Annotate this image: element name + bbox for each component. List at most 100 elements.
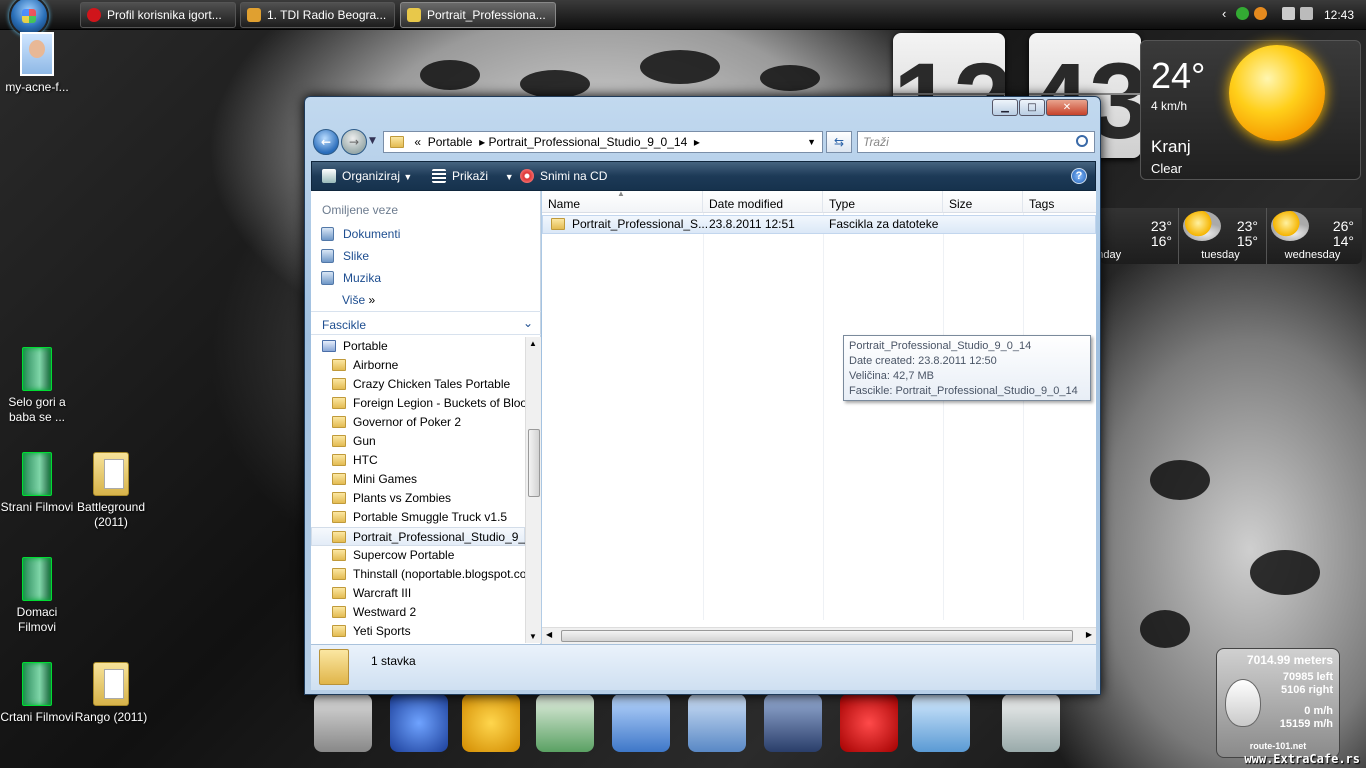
folder-icon — [332, 531, 346, 543]
column-header-size[interactable]: Size — [943, 191, 1023, 213]
favorite-music[interactable]: Muzika — [321, 271, 381, 285]
tree-item-label: Governor of Poker 2 — [353, 415, 462, 429]
taskbar-button-radio[interactable]: 1. TDI Radio Beogra... — [240, 2, 395, 28]
tree-item[interactable]: Supercow Portable — [332, 546, 454, 565]
desktop-icon-rango[interactable]: Rango (2011) — [74, 662, 148, 725]
scroll-right-icon[interactable]: ▶ — [1086, 630, 1092, 639]
favorite-more[interactable]: Više » — [342, 293, 375, 307]
tree-item[interactable]: Thinstall (noportable.blogspot.com) — [332, 565, 525, 584]
address-dropdown-icon[interactable]: ▼ — [807, 132, 816, 152]
scroll-up-icon[interactable]: ▲ — [529, 339, 537, 348]
tree-item[interactable]: Governor of Poker 2 — [332, 413, 461, 432]
tree-item[interactable]: Crazy Chicken Tales Portable — [332, 375, 510, 394]
address-segment[interactable]: Portrait_Professional_Studio_9_0_14 — [488, 135, 687, 149]
weather-gadget[interactable]: 24° 4 km/h Kranj Clear — [1140, 40, 1361, 180]
dock-icon-folder-open[interactable] — [688, 694, 746, 752]
dock-icon-network[interactable] — [912, 694, 970, 752]
minimize-button[interactable]: ▁ — [992, 99, 1018, 116]
tree-item[interactable]: HTC — [332, 451, 378, 470]
tree-scroll-thumb[interactable] — [528, 429, 540, 497]
tree-item[interactable]: Mini Games — [332, 470, 417, 489]
desktop-icon-crtani-filmovi[interactable]: Crtani Filmovi — [0, 662, 74, 725]
sun-icon — [1229, 45, 1325, 141]
tree-item[interactable]: Yeti Sports — [332, 622, 411, 641]
volume-icon[interactable] — [1300, 7, 1313, 20]
scroll-down-icon[interactable]: ▼ — [529, 632, 537, 641]
dock-icon-printer[interactable] — [314, 694, 372, 752]
dock-icon-recycle-bin[interactable] — [1002, 694, 1060, 752]
network-icon[interactable] — [1236, 7, 1249, 20]
address-overflow[interactable]: « — [414, 135, 421, 149]
tree-item[interactable]: Foreign Legion - Buckets of Blood — [332, 394, 525, 413]
desktop-icon-selo-gori[interactable]: Selo gori a baba se ... — [0, 347, 74, 425]
mouse-icon — [1225, 679, 1261, 727]
clock-time[interactable]: 12:43 — [1324, 8, 1354, 22]
chevron-down-icon[interactable]: ⌄ — [523, 316, 533, 330]
taskbar-button-opera[interactable]: Profil korisnika igort... — [80, 2, 236, 28]
column-header-date[interactable]: Date modified — [703, 191, 823, 213]
tray-expand-icon[interactable]: ‹ — [1222, 6, 1226, 21]
taskbar-button-explorer[interactable]: Portrait_Professiona... — [400, 2, 556, 28]
column-label: Date modified — [709, 197, 784, 211]
desktop-icon-strani-filmovi[interactable]: Strani Filmovi — [0, 452, 74, 515]
column-divider — [943, 213, 944, 620]
file-date: 23.8.2011 12:51 — [709, 217, 795, 231]
favorite-label: Slike — [343, 249, 370, 263]
address-segment[interactable]: Portable — [428, 135, 473, 149]
tree-item-selected[interactable]: Portrait_Professional_Studio_9_0_14 — [311, 527, 525, 546]
dock-icon-folder[interactable] — [612, 694, 670, 752]
dock-icon-opera[interactable] — [840, 694, 898, 752]
refresh-button[interactable]: ⇆ — [826, 131, 852, 153]
folder-icon — [93, 452, 129, 496]
desktop-icon-battleground[interactable]: Battleground (2011) — [74, 452, 148, 530]
dock-icon-documents[interactable] — [536, 694, 594, 752]
update-icon[interactable] — [1254, 7, 1267, 20]
horizontal-scrollbar[interactable]: ◀ ▶ — [542, 627, 1096, 644]
wallpaper-spot — [1250, 550, 1320, 595]
back-button[interactable]: ← — [313, 129, 339, 155]
organize-icon — [322, 169, 336, 183]
table-row[interactable]: Portrait_Professional_S... 23.8.2011 12:… — [542, 215, 1096, 234]
maximize-button[interactable]: □ — [1019, 99, 1045, 116]
favorite-documents[interactable]: Dokumenti — [321, 227, 400, 241]
favorite-pictures[interactable]: Slike — [321, 249, 369, 263]
organize-button[interactable]: Organiziraj ▼ — [322, 169, 412, 183]
desktop-icon-domaci-filmovi[interactable]: Domaci Filmovi — [0, 557, 74, 635]
search-input[interactable]: Traži — [857, 131, 1095, 153]
dock-icon-help[interactable] — [390, 694, 448, 752]
forward-button[interactable]: → — [341, 129, 367, 155]
burn-button[interactable]: Snimi na CD — [520, 169, 607, 183]
column-header-type[interactable]: Type — [823, 191, 943, 213]
folders-header[interactable]: Fascikle ⌄ — [311, 311, 541, 335]
tree-scrollbar[interactable]: ▲ ▼ — [525, 337, 541, 643]
tree-item[interactable]: Westward 2 — [332, 603, 416, 622]
column-header-name[interactable]: Name ▲ — [542, 189, 703, 213]
mouse-odometer-gadget[interactable]: 7014.99 meters 70985 left 5106 right 0 m… — [1216, 648, 1340, 758]
desktop-icon-label: my-acne-f... — [5, 80, 69, 94]
wallpaper-spot — [520, 70, 590, 98]
tree-item[interactable]: Gun — [332, 432, 376, 451]
battery-icon[interactable] — [1282, 7, 1295, 20]
window-caption-buttons: ▁ □ ✕ — [992, 99, 1088, 117]
views-button[interactable]: Prikaži ▼ — [432, 169, 514, 183]
desktop-icon-label: Domaci Filmovi — [16, 605, 58, 634]
search-icon[interactable] — [1076, 135, 1088, 147]
column-header-tags[interactable]: Tags — [1023, 191, 1096, 213]
tree-item[interactable]: Warcraft III — [332, 584, 411, 603]
tree-item[interactable]: Portable Smuggle Truck v1.5 — [332, 508, 507, 527]
weather-temperature: 24° — [1151, 55, 1206, 96]
dock-icon-warning[interactable] — [462, 694, 520, 752]
dock-icon-media[interactable] — [764, 694, 822, 752]
tree-item[interactable]: Plants vs Zombies — [332, 489, 451, 508]
views-icon — [432, 169, 446, 183]
address-bar[interactable]: « Portable ▸ Portrait_Professional_Studi… — [383, 131, 823, 153]
tree-item[interactable]: Portable — [322, 337, 388, 356]
desktop-icon-my-acne[interactable]: my-acne-f... — [0, 32, 74, 95]
help-button[interactable]: ? — [1071, 168, 1087, 184]
forecast-high: 23° — [1150, 218, 1172, 234]
horizontal-scroll-thumb[interactable] — [561, 630, 1073, 642]
tree-item[interactable]: Airborne — [332, 356, 398, 375]
close-button[interactable]: ✕ — [1046, 99, 1088, 116]
scroll-left-icon[interactable]: ◀ — [546, 630, 552, 639]
history-dropdown-icon[interactable]: ▼ — [369, 136, 376, 146]
